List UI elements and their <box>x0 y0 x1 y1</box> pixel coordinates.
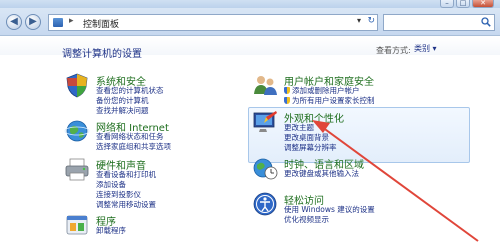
category-system-security: 系统和安全 查看您的计算机状态 备份您的计算机 查找并解决问题 <box>64 72 234 115</box>
uac-shield-icon <box>284 87 290 94</box>
security-shield-icon[interactable] <box>64 72 90 98</box>
programs-icon[interactable] <box>64 212 90 238</box>
page-title: 调整计算机的设置 <box>62 49 142 60</box>
ease-of-access-icon[interactable] <box>252 191 278 217</box>
close-button[interactable]: ✕ <box>472 0 494 8</box>
view-by-select[interactable]: 类别 ▾ <box>414 43 437 54</box>
link-uninstall-program[interactable]: 卸载程序 <box>96 225 126 236</box>
category-clock-language-region: 时钟、语言和区域 更改键盘或其他输入法 <box>252 155 472 185</box>
category-appearance-personalization: 外观和个性化 更改主题 更改桌面背景 调整屏幕分辨率 <box>252 109 468 152</box>
refresh-icon[interactable]: ↻ <box>367 16 375 26</box>
search-input[interactable] <box>383 14 495 31</box>
title-bar: – □ ✕ <box>0 0 500 8</box>
users-icon[interactable] <box>252 72 278 98</box>
category-programs: 程序 卸载程序 <box>64 212 234 236</box>
link-find-fix-problems[interactable]: 查找并解决问题 <box>96 105 149 116</box>
link-label[interactable]: 添加或删除用户帐户 <box>292 86 360 95</box>
search-icon[interactable] <box>481 17 491 27</box>
address-dropdown-icon[interactable]: ▾ <box>357 16 361 25</box>
category-ease-of-access: 轻松访问 使用 Windows 建议的设置 优化视频显示 <box>252 191 472 224</box>
category-user-accounts: 用户帐户和家庭安全 添加或删除用户帐户 为所有用户设置家长控制 <box>252 72 472 106</box>
forward-button[interactable]: ▶ <box>25 14 41 30</box>
view-by-label: 查看方式: <box>376 46 411 55</box>
personalization-icon[interactable] <box>252 109 278 135</box>
link-label[interactable]: 为所有用户设置家长控制 <box>292 96 375 105</box>
link-change-keyboard-input[interactable]: 更改键盘或其他输入法 <box>284 168 359 179</box>
maximize-button[interactable]: □ <box>456 0 470 8</box>
link-parental-controls[interactable]: 为所有用户设置家长控制 <box>284 95 375 106</box>
network-globe-icon[interactable] <box>64 118 90 144</box>
address-field[interactable]: ▸ 控制面板 ▾ ↻ <box>48 14 378 31</box>
breadcrumb-control-panel[interactable]: 控制面板 <box>83 17 119 30</box>
link-homegroup-sharing[interactable]: 选择家庭组和共享选项 <box>96 141 171 152</box>
link-adjust-resolution[interactable]: 调整屏幕分辨率 <box>284 142 337 153</box>
printer-icon[interactable] <box>64 156 90 182</box>
category-hardware-sound: 硬件和声音 查看设备和打印机 添加设备 连接到投影仪 调整常用移动设置 <box>64 156 234 210</box>
back-button[interactable]: ◀ <box>6 14 22 30</box>
breadcrumb-separator[interactable]: ▸ <box>69 16 74 26</box>
minimize-button[interactable]: – <box>440 0 454 8</box>
link-mobility-settings[interactable]: 调整常用移动设置 <box>96 199 156 210</box>
control-panel-icon <box>53 18 63 27</box>
link-optimize-display[interactable]: 优化视频显示 <box>284 214 329 225</box>
category-network-internet: 网络和 Internet 查看网络状态和任务 选择家庭组和共享选项 <box>64 118 234 152</box>
window-controls: – □ ✕ <box>440 0 494 8</box>
uac-shield-icon <box>284 97 290 104</box>
address-bar: ◀ ▶ ▸ 控制面板 ▾ ↻ <box>0 8 500 36</box>
clock-globe-icon[interactable] <box>252 155 278 181</box>
